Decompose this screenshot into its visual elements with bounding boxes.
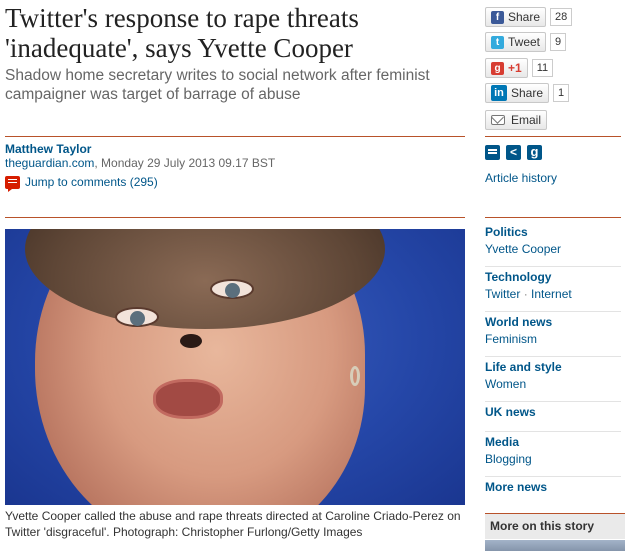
email-label: Email [511,113,542,127]
tag-link[interactable]: Blogging [485,452,532,466]
photo-mouth [153,379,223,419]
dateline: theguardian.com, Monday 29 July 2013 09.… [5,155,275,171]
googleplus-button[interactable]: g +1 [485,58,528,78]
tag-subitems: Twitter · Internet [485,286,621,303]
article-history-link[interactable]: Article history [485,171,557,185]
share-icon[interactable] [506,145,521,160]
image-divider [5,217,465,218]
article-photo [5,229,465,505]
googleplus-icon: g [491,61,504,75]
tag-subitems: Women [485,376,621,393]
related-story-thumbnail[interactable] [485,540,625,551]
twitter-icon: t [491,35,504,49]
googleplus-count: 11 [531,59,554,77]
tag-group-politics: Politics Yvette Cooper [485,222,621,267]
googleplus-share-row: g +1 11 [485,58,554,78]
tweet-button[interactable]: t Tweet [485,32,547,52]
email-button[interactable]: Email [485,110,548,130]
photo-nose [180,334,202,348]
tag-group-media: Media Blogging [485,432,621,477]
article-tools [485,144,542,160]
linkedin-share-row: in Share 1 [485,83,570,103]
jump-to-comments-link[interactable]: Jump to comments (295) [5,174,158,192]
print-icon[interactable] [485,145,500,160]
tweet-label: Tweet [508,35,541,49]
tag-group-technology: Technology Twitter · Internet [485,267,621,312]
tag-heading[interactable]: More news [485,480,547,494]
more-on-this-story-header: More on this story [485,513,625,539]
tag-separator: · [523,287,528,301]
tag-heading[interactable]: Life and style [485,360,562,374]
photo-caption: Yvette Cooper called the abuse and rape … [5,509,461,539]
guardian-icon[interactable] [527,144,542,160]
comments-label: Jump to comments (295) [25,175,158,189]
tag-link[interactable]: Feminism [485,332,537,346]
tags-divider [485,217,621,218]
tag-subitems: Yvette Cooper [485,241,621,258]
linkedin-share-label: Share [511,86,544,100]
tag-list: Politics Yvette Cooper Technology Twitte… [485,222,621,507]
linkedin-icon: in [491,85,507,101]
source-link[interactable]: theguardian.com [5,156,94,170]
facebook-share-count: 28 [550,8,573,26]
twitter-share-row: t Tweet 9 [485,32,567,52]
tag-link[interactable]: Women [485,377,526,391]
publish-date: , Monday 29 July 2013 09.17 BST [94,156,276,170]
tag-subitems: Feminism [485,331,621,348]
byline-divider [5,136,465,137]
tag-heading[interactable]: Technology [485,270,551,284]
tag-heading[interactable]: World news [485,315,552,329]
tag-group-more-news: More news [485,477,621,507]
photo-eye-right [210,279,254,299]
facebook-share-button[interactable]: f Share [485,7,547,27]
facebook-share-label: Share [508,10,541,24]
linkedin-share-button[interactable]: in Share [485,83,550,103]
article-standfirst: Shadow home secretary writes to social n… [5,67,430,103]
tweet-count: 9 [550,33,567,51]
comment-icon [5,175,20,192]
facebook-icon: f [491,10,504,24]
tag-heading[interactable]: Media [485,435,519,449]
envelope-icon [491,115,505,125]
photo-eye-left [115,307,159,327]
tag-group-world-news: World news Feminism [485,312,621,357]
facebook-share-row: f Share 28 [485,7,573,27]
tag-heading[interactable]: UK news [485,405,536,419]
tag-link[interactable]: Internet [531,287,572,301]
photo-earring [350,366,360,386]
article-headline: Twitter's response to rape threats 'inad… [5,3,359,63]
googleplus-label: +1 [508,61,522,75]
linkedin-share-count: 1 [553,84,570,102]
tag-heading[interactable]: Politics [485,225,528,239]
tag-link[interactable]: Yvette Cooper [485,242,561,256]
email-share-row: Email [485,110,548,130]
tools-divider [485,136,621,137]
tag-group-life-and-style: Life and style Women [485,357,621,402]
tag-group-uk-news: UK news [485,402,621,432]
tag-subitems: Blogging [485,451,621,468]
tag-link[interactable]: Twitter [485,287,520,301]
